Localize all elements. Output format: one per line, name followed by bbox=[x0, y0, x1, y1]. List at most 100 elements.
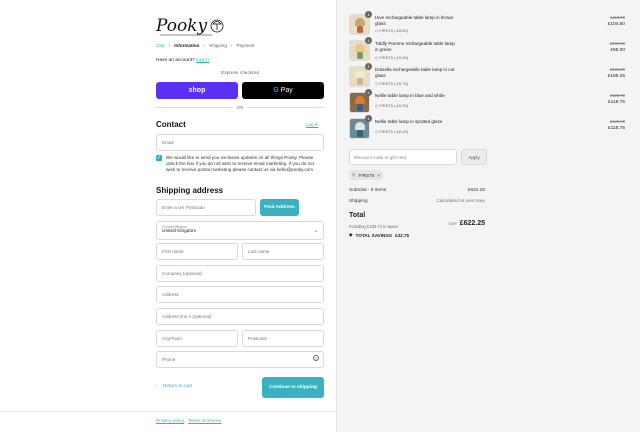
discount-tag: ◇ FIRST5 (-£6.25) bbox=[375, 129, 409, 134]
return-to-cart-link[interactable]: ‹ Return to cart bbox=[156, 384, 192, 389]
product-name: Hive rechargeable table lamp in brown gl… bbox=[375, 15, 454, 26]
savings-tag-icon: ◈ bbox=[349, 232, 353, 237]
cart-item: 1 Daniella rechargeable table lamp in cu… bbox=[349, 63, 625, 88]
currency-code: GBP bbox=[448, 221, 457, 226]
breadcrumb-payment: Payment bbox=[236, 43, 255, 48]
discounted-price: £104.50 bbox=[607, 22, 625, 27]
phone-field[interactable]: Phone bbox=[156, 351, 324, 368]
last-name-field[interactable]: Last name bbox=[242, 243, 324, 260]
return-label: Return to cart bbox=[162, 384, 193, 389]
address-field[interactable]: Address bbox=[156, 286, 324, 303]
applied-code: FIRST5 bbox=[358, 172, 375, 178]
savings-label: TOTAL SAVINGS bbox=[355, 232, 392, 238]
product-name: Nellie table lamp in spotted glaze bbox=[375, 119, 443, 124]
subtotal-row: Subtotal · 5 items £622.25 bbox=[349, 188, 485, 193]
original-price: £110.00 bbox=[610, 15, 625, 20]
country-value: United Kingdom bbox=[162, 229, 197, 234]
country-select[interactable]: Country/Region United Kingdom ⌄ bbox=[156, 221, 324, 240]
terms-of-service-link[interactable]: Terms of service bbox=[188, 418, 221, 423]
discount-text: FIRST5 (-£5.50) bbox=[379, 28, 409, 33]
discount-tag: ◇ FIRST5 (-£6.25) bbox=[375, 103, 409, 108]
breadcrumb: Cart › Information › Shipping › Payment bbox=[156, 43, 255, 48]
pooky-logo[interactable]: Pooky bbox=[156, 13, 226, 39]
subtotal-label: Subtotal · 5 items bbox=[349, 188, 387, 193]
contact-login-link[interactable]: Log in bbox=[306, 122, 319, 127]
chevron-left-icon: ‹ bbox=[156, 384, 158, 389]
total-amount: GBP £622.25 bbox=[430, 212, 485, 230]
account-prompt: Have an account? Log in bbox=[156, 58, 209, 63]
breadcrumb-shipping: Shipping bbox=[209, 43, 227, 48]
postcode-lookup-input[interactable]: Enter a UK Postcode bbox=[156, 199, 256, 216]
discount-tag: ◇ FIRST5 (-£5.50) bbox=[375, 28, 409, 33]
or-label: OR bbox=[236, 104, 244, 110]
email-field[interactable]: Email bbox=[156, 134, 324, 151]
original-price: £100.00 bbox=[609, 41, 625, 46]
chevron-right-icon: › bbox=[230, 43, 233, 48]
applied-discount-tag: ◇ FIRST5 × bbox=[349, 170, 384, 180]
contact-heading: Contact bbox=[156, 120, 186, 129]
company-field[interactable]: Company (optional) bbox=[156, 265, 324, 282]
cart-item: 1 Tiddly Pomme rechargeable table lamp i… bbox=[349, 37, 625, 62]
order-summary-panel bbox=[336, 0, 640, 432]
quantity-badge: 1 bbox=[365, 63, 372, 70]
discount-tag: ◇ FIRST5 (-£5.00) bbox=[375, 55, 409, 60]
discount-text: FIRST5 (-£9.75) bbox=[379, 81, 409, 86]
privacy-policy-link[interactable]: Privacy policy bbox=[156, 418, 184, 423]
google-g-icon: G bbox=[273, 87, 279, 94]
original-price: £195.00 bbox=[609, 67, 625, 72]
discounted-price: £185.25 bbox=[607, 74, 625, 79]
account-prompt-text: Have an account? bbox=[156, 58, 195, 63]
total-value: £622.25 bbox=[459, 220, 485, 227]
postcode-field[interactable]: Postcode bbox=[242, 330, 324, 347]
shop-pay-button[interactable]: shop bbox=[156, 82, 238, 99]
footer-divider bbox=[0, 411, 336, 412]
product-name: Tiddly Pomme rechargeable table lamp in … bbox=[375, 41, 455, 52]
savings-value: £32.75 bbox=[394, 232, 410, 238]
shipping-value: Calculated at next step bbox=[436, 199, 485, 204]
marketing-checkbox[interactable]: ✓ bbox=[156, 155, 162, 161]
product-name: Daniella rechargeable table lamp in cut … bbox=[375, 67, 455, 78]
city-field[interactable]: City/Town bbox=[156, 330, 238, 347]
taxes-note: Including £103.71 in taxes bbox=[349, 224, 398, 229]
discounted-price: £118.75 bbox=[608, 126, 625, 131]
discount-tag: ◇ FIRST5 (-£9.75) bbox=[375, 81, 409, 86]
google-pay-button[interactable]: G Pay bbox=[242, 82, 324, 99]
tag-icon: ◇ bbox=[352, 172, 356, 177]
original-price: £125.00 bbox=[609, 93, 625, 98]
discount-code-input[interactable]: Discount code or gift card bbox=[349, 149, 457, 165]
total-label: Total bbox=[349, 212, 366, 219]
product-name: Nellie table lamp in blue and white bbox=[375, 93, 445, 98]
chevron-down-icon: ⌄ bbox=[313, 228, 318, 234]
quantity-badge: 1 bbox=[365, 115, 372, 122]
shipping-row: Shipping Calculated at next step bbox=[349, 199, 485, 204]
chevron-right-icon: › bbox=[168, 43, 171, 48]
or-divider: OR bbox=[156, 103, 325, 111]
discounted-price: £118.75 bbox=[608, 100, 625, 105]
logo-text: Pooky bbox=[156, 16, 208, 36]
find-address-button[interactable]: Find Address bbox=[260, 199, 299, 216]
first-name-field[interactable]: First name bbox=[156, 243, 238, 260]
login-link[interactable]: Log in bbox=[196, 58, 209, 63]
breadcrumb-cart[interactable]: Cart bbox=[156, 43, 165, 48]
quantity-badge: 1 bbox=[365, 89, 372, 96]
subtotal-value: £622.25 bbox=[467, 188, 485, 193]
discount-text: FIRST5 (-£6.25) bbox=[379, 103, 409, 108]
cart-item: 1 Hive rechargeable table lamp in brown … bbox=[349, 11, 625, 36]
shipping-label: Shipping bbox=[349, 199, 368, 204]
help-icon[interactable]: ? bbox=[313, 355, 319, 361]
discount-text: FIRST5 (-£6.25) bbox=[379, 129, 409, 134]
continue-to-shipping-button[interactable]: Continue to shipping bbox=[262, 377, 324, 398]
original-price: £125.00 bbox=[609, 119, 625, 124]
quantity-badge: 1 bbox=[365, 37, 372, 44]
shipping-heading: Shipping address bbox=[156, 186, 224, 195]
cart-item: 1 Nellie table lamp in spotted glaze ◇ F… bbox=[349, 115, 625, 140]
marketing-consent-text: We would like to send you exclusive upda… bbox=[166, 155, 314, 172]
discount-text: FIRST5 (-£5.00) bbox=[379, 55, 409, 60]
google-pay-label: Pay bbox=[280, 87, 293, 94]
remove-discount-icon[interactable]: × bbox=[377, 173, 380, 178]
total-savings: ◈ TOTAL SAVINGS £32.75 bbox=[349, 232, 409, 238]
apply-button[interactable]: Apply bbox=[461, 149, 487, 165]
address-line2-field[interactable]: Address line 2 (optional) bbox=[156, 308, 324, 325]
cart-item: 1 Nellie table lamp in blue and white ◇ … bbox=[349, 89, 625, 114]
chevron-right-icon: › bbox=[203, 43, 206, 48]
